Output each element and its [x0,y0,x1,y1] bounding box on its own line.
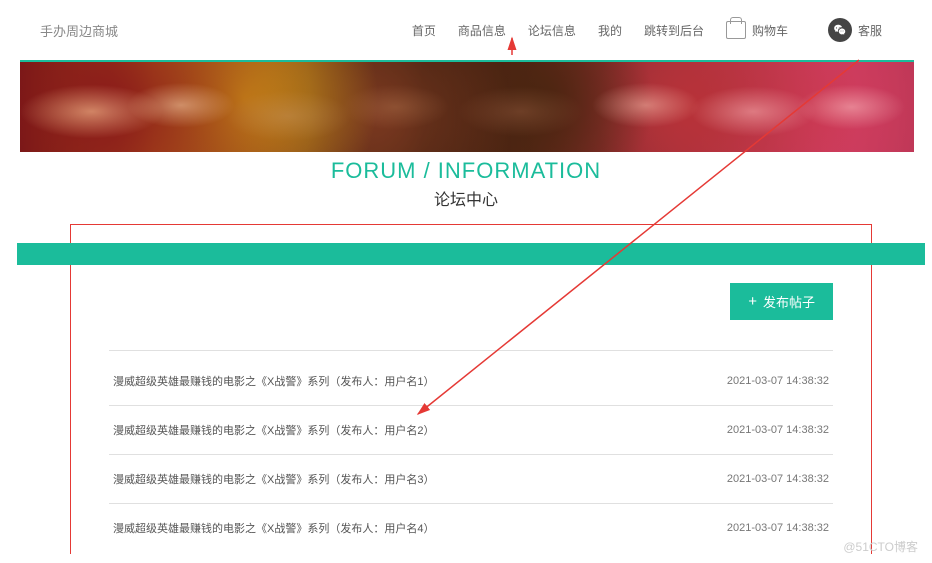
thread-time: 2021-03-07 14:38:32 [727,522,829,534]
header: 手办周边商城 首页 商品信息 论坛信息 我的 跳转到后台 购物车 客服 [0,0,932,60]
wechat-icon [828,18,852,42]
thread-item[interactable]: 漫威超级英雄最赚钱的电影之《X战警》系列（发布人：用户名3） 2021-03-0… [109,455,833,504]
main-nav: 首页 商品信息 论坛信息 我的 跳转到后台 购物车 客服 [412,18,882,42]
thread-item[interactable]: 漫威超级英雄最赚钱的电影之《X战警》系列（发布人：用户名4） 2021-03-0… [109,504,833,552]
publish-row: + 发布帖子 [109,283,833,320]
wechat-label: 客服 [858,22,882,39]
page-title-en: FORUM / INFORMATION [0,158,932,184]
thread-title: 漫威超级英雄最赚钱的电影之《X战警》系列（发布人：用户名2） [113,422,434,438]
nav-admin[interactable]: 跳转到后台 [644,22,704,39]
nav-forum[interactable]: 论坛信息 [528,22,576,39]
wechat-link[interactable]: 客服 [828,18,882,42]
thread-time: 2021-03-07 14:38:32 [727,473,829,485]
thread-list: 漫威超级英雄最赚钱的电影之《X战警》系列（发布人：用户名1） 2021-03-0… [109,357,833,552]
thread-time: 2021-03-07 14:38:32 [727,424,829,436]
thread-title: 漫威超级英雄最赚钱的电影之《X战警》系列（发布人：用户名1） [113,373,434,389]
publish-button-label: 发布帖子 [763,292,815,311]
cart-link[interactable]: 购物车 [726,21,788,39]
thread-item[interactable]: 漫威超级英雄最赚钱的电影之《X战警》系列（发布人：用户名1） 2021-03-0… [109,357,833,406]
title-section: FORUM / INFORMATION 论坛中心 [0,152,932,220]
watermark: @51CTO博客 [843,538,918,555]
page-title-zh: 论坛中心 [0,186,932,210]
logo[interactable]: 手办周边商城 [40,21,118,40]
forum-content: + 发布帖子 漫威超级英雄最赚钱的电影之《X战警》系列（发布人：用户名1） 20… [70,224,872,554]
publish-button[interactable]: + 发布帖子 [730,283,833,320]
content-inner: + 发布帖子 漫威超级英雄最赚钱的电影之《X战警》系列（发布人：用户名1） 20… [71,265,871,552]
divider [109,350,833,351]
thread-time: 2021-03-07 14:38:32 [727,375,829,387]
cart-icon [726,21,746,39]
nav-mine[interactable]: 我的 [598,22,622,39]
cart-label: 购物车 [752,22,788,39]
thread-title: 漫威超级英雄最赚钱的电影之《X战警》系列（发布人：用户名4） [113,520,434,536]
banner-image [20,60,914,152]
nav-home[interactable]: 首页 [412,22,436,39]
nav-goods[interactable]: 商品信息 [458,22,506,39]
thread-title: 漫威超级英雄最赚钱的电影之《X战警》系列（发布人：用户名3） [113,471,434,487]
plus-icon: + [748,293,757,310]
thread-item[interactable]: 漫威超级英雄最赚钱的电影之《X战警》系列（发布人：用户名2） 2021-03-0… [109,406,833,455]
accent-bar [17,243,925,265]
